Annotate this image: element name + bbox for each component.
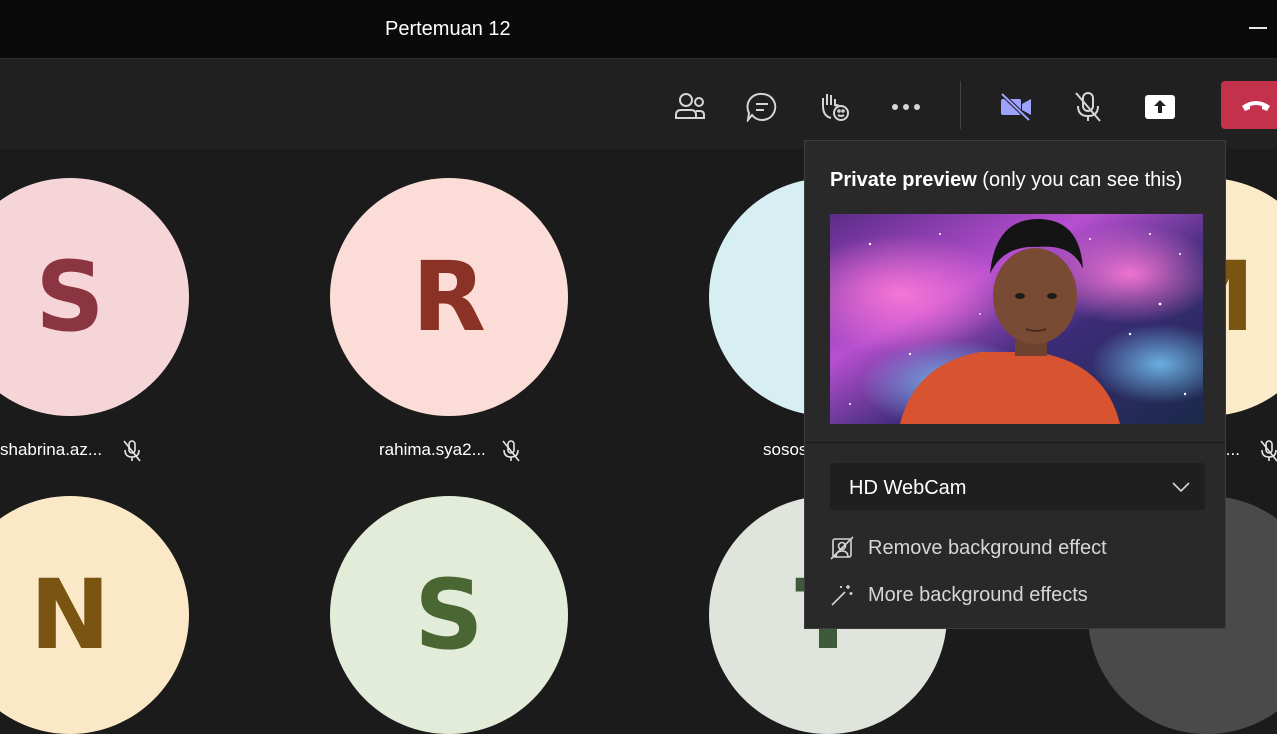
magic-wand-icon (831, 585, 853, 606)
more-icon (892, 104, 920, 110)
participant-mic-off-icon (1259, 440, 1277, 462)
meeting-title: Pertemuan 12 (385, 18, 511, 40)
preview-title-bold: Private preview (830, 169, 977, 191)
remove-background-option[interactable]: Remove background effect (830, 534, 1107, 562)
participant-initial: R (412, 241, 486, 353)
react-button[interactable] (812, 87, 856, 127)
private-preview-panel: Private preview (only you can see this) (804, 140, 1226, 629)
participant-initial: S (35, 241, 105, 353)
share-icon (1145, 95, 1175, 119)
participant-avatar[interactable]: N (0, 496, 189, 734)
more-background-effects-option[interactable]: More background effects (830, 581, 1088, 609)
participant-avatar[interactable]: R (330, 178, 568, 416)
phone-icon (1242, 101, 1270, 111)
participant-name: sosos (763, 440, 808, 459)
participant-name: shabrina.az... (0, 440, 103, 459)
preview-title: Private preview (only you can see this) (830, 169, 1182, 192)
more-button[interactable] (884, 87, 928, 127)
camera-toggle-button[interactable] (994, 87, 1038, 127)
camera-device-label: HD WebCam (849, 477, 967, 499)
camera-preview (830, 214, 1203, 424)
participants-button[interactable] (668, 87, 712, 127)
more-background-effects-label: More background effects (868, 583, 1088, 606)
camera-preview-image (830, 214, 1203, 424)
remove-background-label: Remove background effect (868, 536, 1107, 559)
raise-hand-icon (822, 94, 849, 121)
chevron-down-icon (1172, 482, 1190, 493)
participant-mic-off-icon (122, 440, 142, 462)
participant-avatar[interactable]: S (330, 496, 568, 734)
minimize-button[interactable] (1249, 27, 1267, 29)
chat-button[interactable] (740, 87, 784, 127)
chat-icon (746, 92, 777, 122)
preview-title-rest: (only you can see this) (976, 169, 1183, 191)
leave-button[interactable] (1221, 81, 1277, 129)
title-bar: Pertemuan 12 (0, 0, 1277, 58)
participant-name: rahima.sya2... (379, 440, 486, 459)
participant-initial: N (29, 559, 111, 671)
camera-device-select[interactable]: HD WebCam (830, 463, 1205, 510)
mic-toggle-button[interactable] (1066, 87, 1110, 127)
camera-off-icon (1000, 92, 1031, 122)
toolbar-divider (960, 81, 961, 129)
participant-initial: S (414, 559, 484, 671)
preview-divider (805, 442, 1225, 443)
participant-avatar[interactable]: S (0, 178, 189, 416)
participant-mic-off-icon (501, 440, 521, 462)
share-button[interactable] (1138, 87, 1182, 127)
remove-background-icon (830, 536, 854, 560)
meeting-toolbar (0, 58, 1277, 149)
people-icon (675, 93, 705, 119)
mic-off-icon (1075, 92, 1101, 122)
